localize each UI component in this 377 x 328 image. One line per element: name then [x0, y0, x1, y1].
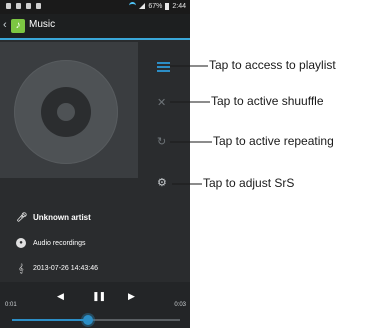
seek-bar[interactable]	[12, 315, 180, 325]
album-row: ● Audio recordings	[16, 238, 86, 248]
back-chevron-icon[interactable]: ‹	[3, 19, 7, 31]
battery-percent: 67%	[148, 2, 163, 10]
disc-icon	[14, 60, 118, 164]
album-art	[0, 42, 138, 178]
artist-row: 🎤︎ Unknown artist	[16, 212, 91, 222]
phone-screen: 67% 2:44 ‹ ♪ Music ✕ ↻ ⚙ 🎤︎ Unknown arti…	[0, 0, 190, 328]
elapsed-time: 0:01	[5, 302, 17, 308]
music-app-icon[interactable]: ♪	[11, 19, 25, 33]
shuffle-annotation: Tap to active shuuffle	[211, 94, 324, 108]
notification-icon	[6, 3, 11, 9]
seek-progress	[12, 319, 88, 321]
playlist-icon	[157, 62, 170, 64]
notification-icon	[16, 3, 21, 9]
track-date: 2013-07-26 14:43:46	[33, 264, 98, 272]
playlist-annotation: Tap to access to playlist	[209, 58, 336, 72]
clock: 2:44	[172, 2, 186, 10]
notification-icon	[26, 3, 31, 9]
repeat-annotation: Tap to active repeating	[213, 134, 334, 148]
action-bar: ‹ ♪ Music	[0, 14, 190, 40]
srs-button[interactable]: ⚙	[157, 178, 170, 189]
status-bar: 67% 2:44	[0, 0, 190, 14]
playback-controls: 0:01 ◀ ❚❚ ▶ 0:03	[0, 282, 190, 328]
srs-annotation: Tap to adjust SrS	[203, 176, 295, 190]
music-note-icon: 𝄞	[18, 263, 24, 273]
next-button[interactable]: ▶	[128, 291, 135, 302]
playlist-button[interactable]	[157, 62, 170, 72]
notification-icons	[6, 3, 41, 9]
seek-thumb[interactable]	[82, 315, 93, 325]
artist-name: Unknown artist	[33, 212, 91, 222]
battery-icon	[165, 2, 170, 10]
repeat-button[interactable]: ↻	[157, 137, 170, 148]
app-title: Music	[29, 19, 56, 30]
pause-button[interactable]: ❚❚	[92, 291, 106, 302]
disc-small-icon: ●	[16, 238, 26, 248]
date-row: 𝄞 2013-07-26 14:43:46	[16, 263, 98, 273]
shuffle-button[interactable]: ✕	[157, 98, 170, 109]
notification-icon	[36, 3, 41, 9]
microphone-icon: 🎤︎	[16, 212, 28, 222]
previous-button[interactable]: ◀	[57, 291, 64, 302]
signal-icon	[139, 3, 146, 9]
album-name: Audio recordings	[33, 239, 86, 247]
duration-time: 0:03	[174, 302, 186, 308]
wifi-icon	[129, 2, 137, 10]
